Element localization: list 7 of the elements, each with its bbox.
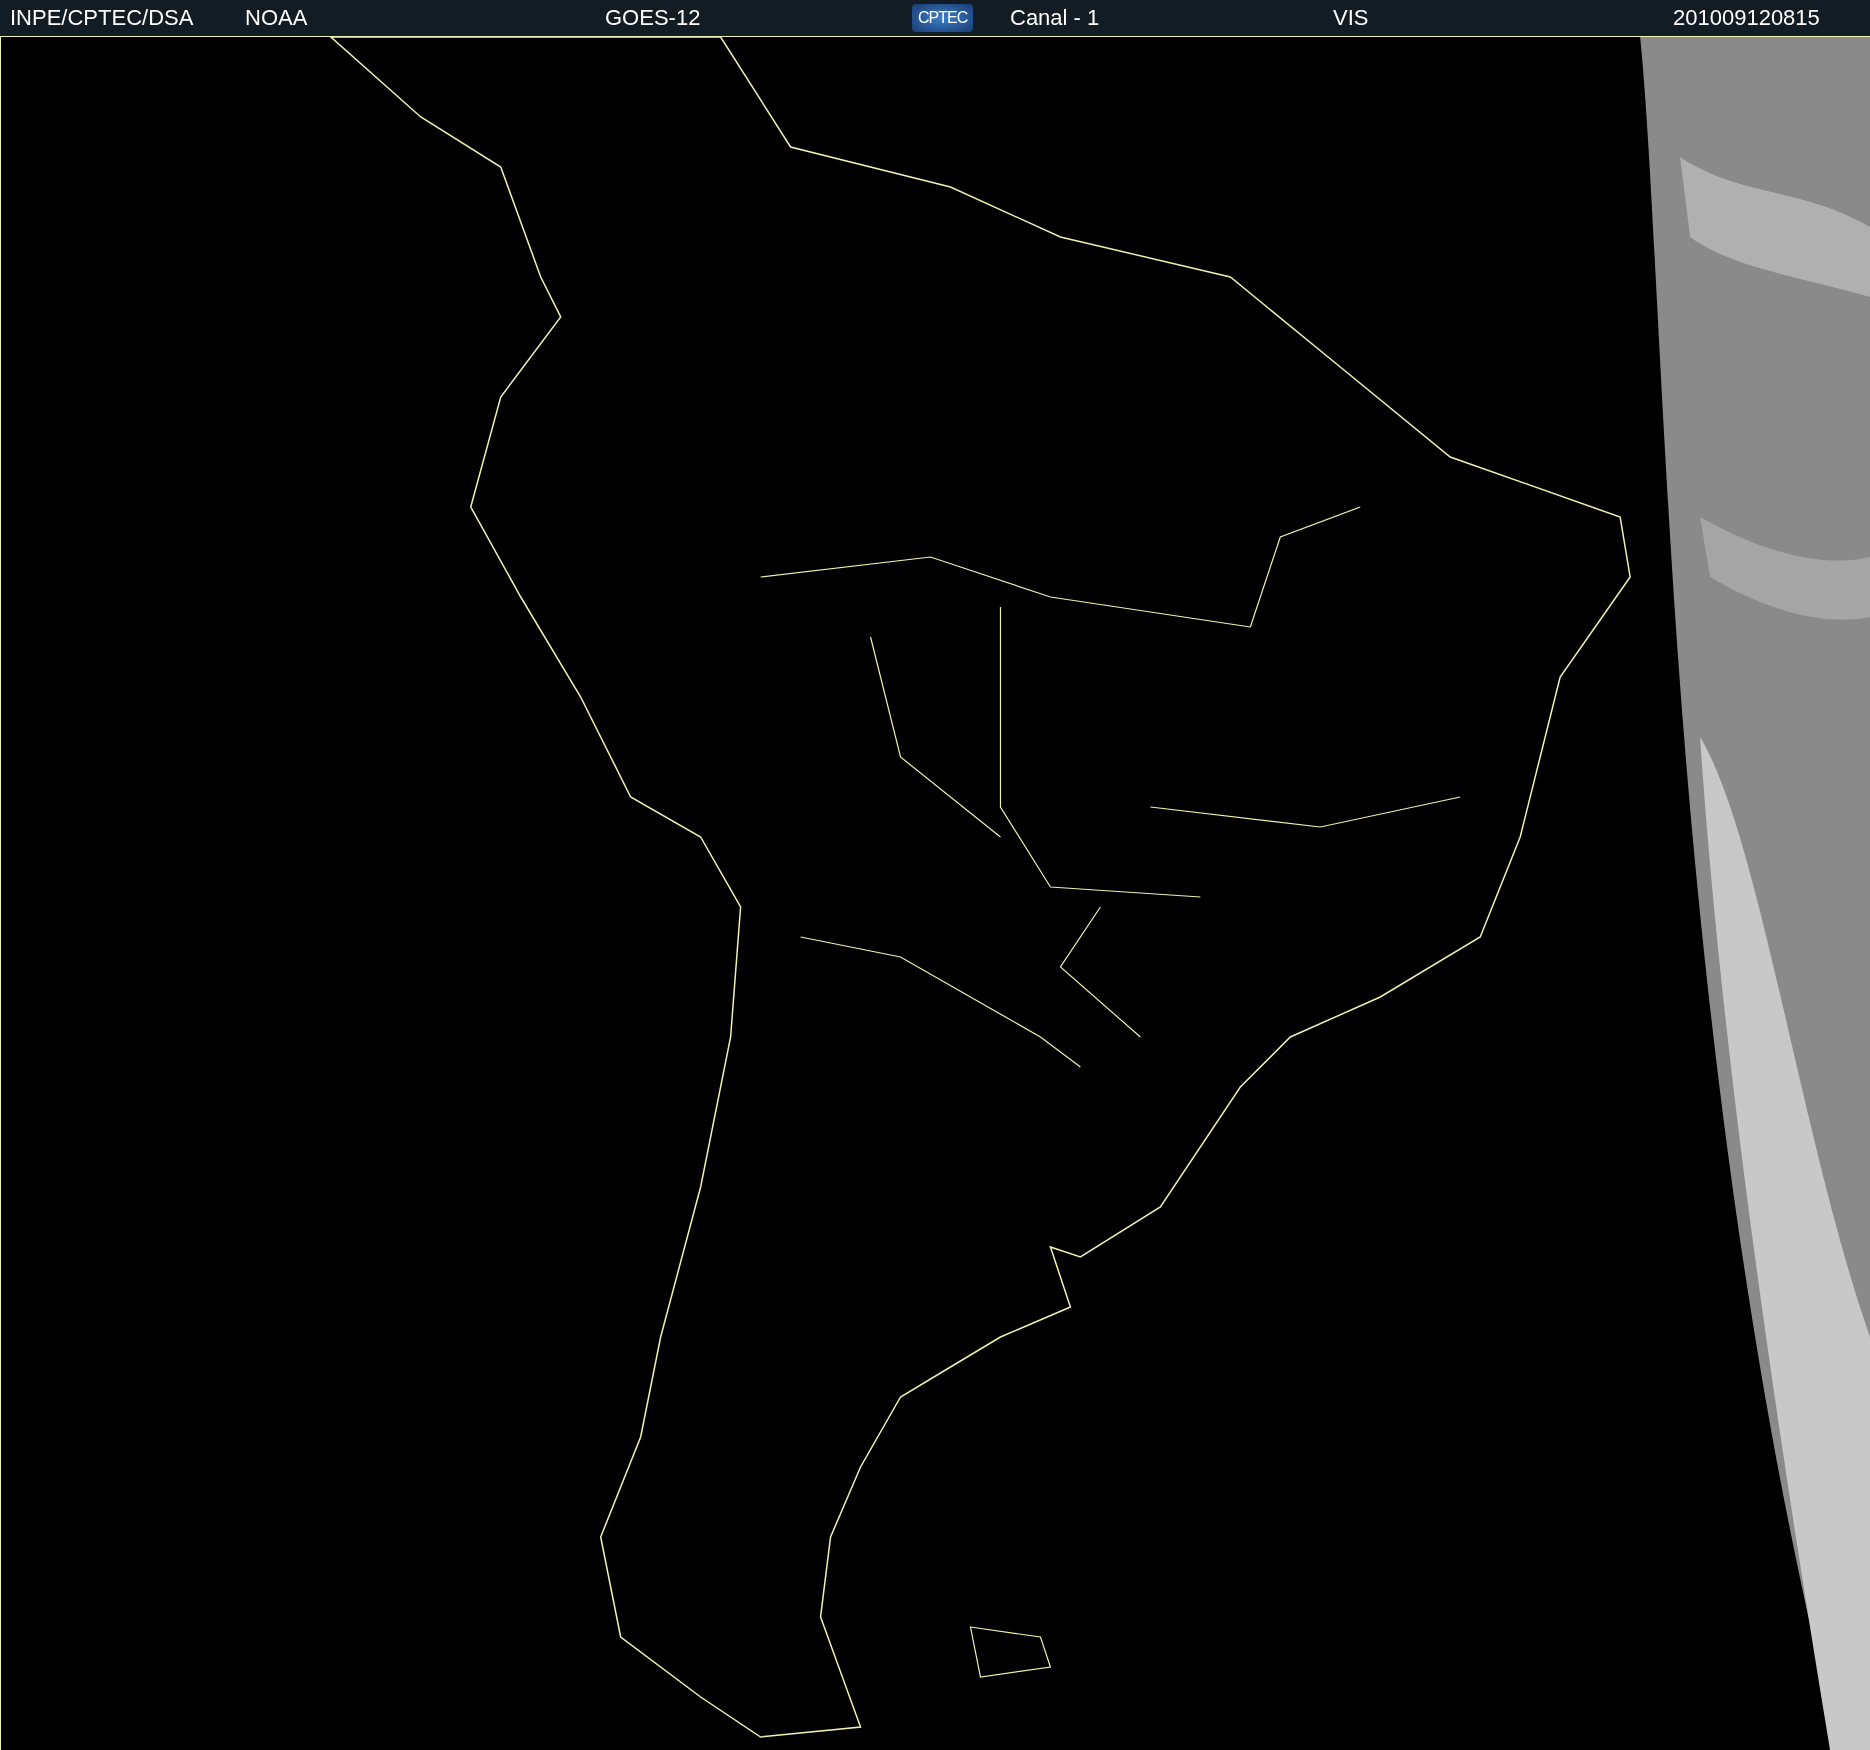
header-label: GOES-12 [605, 5, 701, 31]
logo: CPTEC [912, 4, 974, 32]
header-label: INPE/CPTEC/DSA [10, 5, 194, 31]
header-label: NOAA [245, 5, 308, 31]
header-label: Canal - 1 [1010, 5, 1100, 31]
header-label: 201009120815 [1673, 5, 1820, 31]
header-label: VIS [1333, 5, 1369, 31]
